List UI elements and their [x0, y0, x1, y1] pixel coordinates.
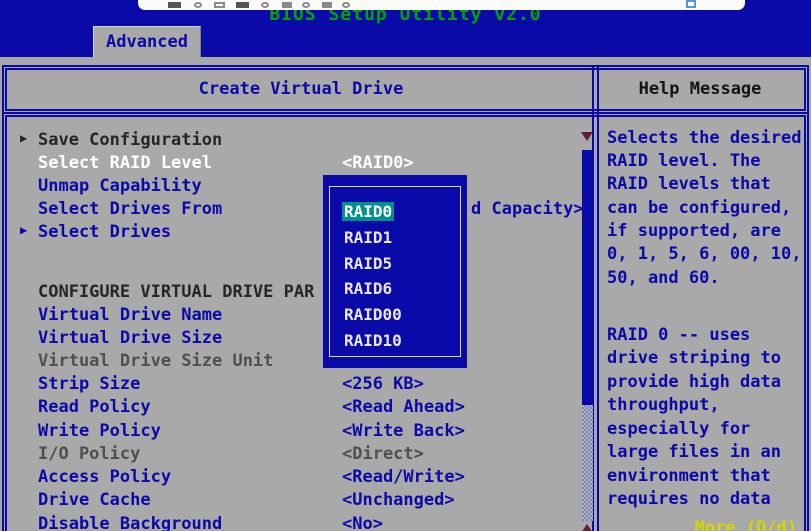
scrollbar-thumb[interactable] — [582, 150, 593, 405]
popup-option-raid6[interactable]: RAID6 — [344, 279, 392, 298]
help-text-line: drive striping to — [607, 348, 781, 368]
menu-item-write-policy[interactable]: Write Policy <Write Back> — [11, 421, 589, 441]
menu-item-virtual-drive-name[interactable]: Virtual Drive Name — [11, 305, 589, 325]
help-text-line: Selects the desired — [607, 128, 801, 148]
help-text-line: if supported, are — [607, 221, 781, 241]
help-text-line: 50, and 60. — [607, 268, 720, 288]
toolbar-icon-fragment[interactable] — [302, 2, 310, 8]
help-text-line: requires no data — [607, 489, 771, 509]
popup-option-raid5[interactable]: RAID5 — [344, 254, 392, 273]
menu-item-select-drives[interactable]: ▶ Select Drives — [11, 222, 589, 242]
help-text-line: RAID 0 -- uses — [607, 325, 750, 345]
scroll-up-arrow-icon[interactable] — [581, 524, 593, 531]
scrollbar-track[interactable] — [582, 405, 593, 521]
popup-option-raid1[interactable]: RAID1 — [344, 228, 392, 247]
submenu-arrow-icon: ▶ — [20, 131, 27, 145]
popup-option-raid10[interactable]: RAID10 — [344, 331, 402, 350]
menu-item-unmap-capability[interactable]: Unmap Capability — [11, 176, 589, 196]
help-panel: Selects the desired RAID level. The RAID… — [599, 114, 807, 531]
help-text-line: environment that — [607, 466, 771, 486]
popup-option-raid00[interactable]: RAID00 — [344, 305, 402, 324]
help-text-line: 0, 1, 5, 6, 00, 10, — [607, 244, 801, 264]
raid-level-popup: RAID0 RAID1 RAID5 RAID6 RAID00 RAID10 — [323, 175, 467, 368]
toolbar-icon-fragment[interactable] — [168, 2, 181, 8]
main-panel: ▶ Save Configuration Select RAID Level <… — [2, 112, 809, 531]
panel-divider — [592, 67, 599, 112]
settings-menu: ▶ Save Configuration Select RAID Level <… — [11, 114, 589, 531]
help-text-line: large files in an — [607, 442, 781, 462]
menu-item-strip-size[interactable]: Strip Size <256 KB> — [11, 374, 589, 394]
menu-item-io-policy: I/O Policy <Direct> — [11, 444, 589, 464]
menu-item-read-policy[interactable]: Read Policy <Read Ahead> — [11, 397, 589, 417]
menu-item-select-drives-from[interactable]: Select Drives From d Capacity> — [11, 199, 589, 219]
help-text-line: provide high data — [607, 372, 781, 392]
submenu-arrow-icon: ▶ — [20, 223, 27, 237]
help-text-line: throughput, — [607, 395, 720, 415]
menu-item-select-raid-level[interactable]: Select RAID Level <RAID0> — [11, 153, 589, 173]
toolbar-icon-fragment[interactable] — [282, 2, 292, 8]
menu-section-configure-parameters: CONFIGURE VIRTUAL DRIVE PAR — [11, 282, 589, 302]
title-band: Create Virtual Drive Help Message — [2, 65, 809, 114]
scroll-down-arrow-icon[interactable] — [581, 132, 593, 141]
help-more-indicator: More (D/d) — [695, 518, 797, 531]
page-title: Create Virtual Drive — [10, 67, 592, 112]
menu-item-disable-background[interactable]: Disable Background <No> — [11, 514, 589, 531]
menu-item-virtual-drive-size[interactable]: Virtual Drive Size — [11, 328, 589, 348]
help-text-line: can be configured, — [607, 198, 791, 218]
menu-item-access-policy[interactable]: Access Policy <Read/Write> — [11, 467, 589, 487]
tab-advanced[interactable]: Advanced — [93, 26, 201, 57]
toolbar-icon-fragment[interactable] — [322, 2, 332, 8]
toolbar-checkbox-icon[interactable] — [686, 0, 696, 8]
help-text-line: RAID levels that — [607, 174, 771, 194]
toolbar-icon-fragment[interactable] — [342, 2, 350, 8]
menu-item-drive-cache[interactable]: Drive Cache <Unchanged> — [11, 490, 589, 510]
menu-item-virtual-drive-size-unit: Virtual Drive Size Unit — [11, 351, 589, 371]
help-panel-title: Help Message — [599, 67, 801, 112]
panel-divider — [592, 114, 599, 531]
help-text-line: RAID level. The — [607, 151, 761, 171]
toolbar-icon-fragment[interactable] — [261, 2, 269, 8]
toolbar-icon-fragment[interactable] — [214, 2, 225, 8]
help-text-line: especially for — [607, 419, 750, 439]
kvm-toolbar — [138, 0, 745, 10]
bios-screen: BIOS Setup Utility v2.0 Advanced Create … — [0, 0, 811, 531]
menu-item-save-configuration[interactable]: ▶ Save Configuration — [11, 130, 589, 150]
toolbar-icon-fragment[interactable] — [236, 2, 249, 8]
popup-option-raid0[interactable]: RAID0 — [342, 202, 394, 221]
toolbar-icon-fragment[interactable] — [194, 2, 202, 8]
